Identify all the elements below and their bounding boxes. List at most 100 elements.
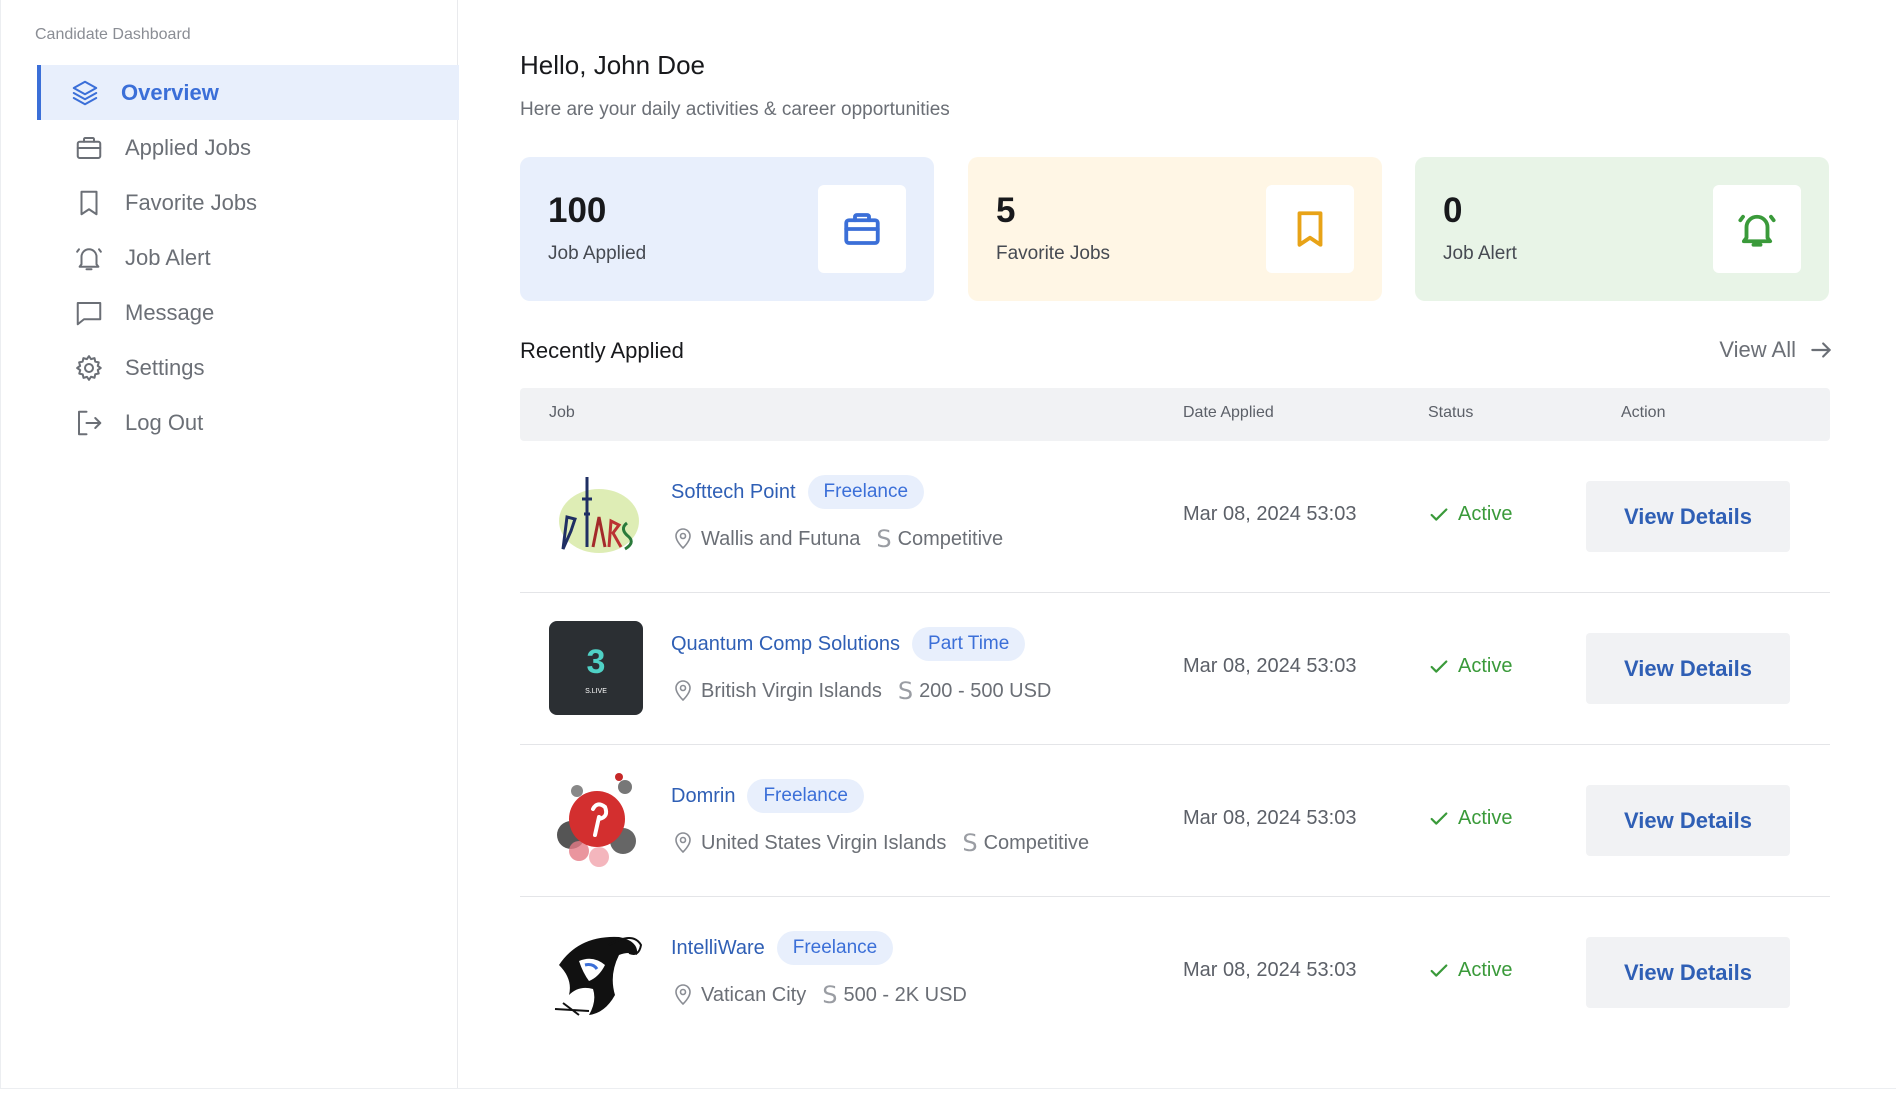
check-icon bbox=[1430, 659, 1448, 673]
bell-icon bbox=[1713, 185, 1801, 273]
sidebar-item-settings[interactable]: Settings bbox=[37, 340, 459, 395]
page-subtitle: Here are your daily activities & career … bbox=[520, 99, 950, 120]
status-text: Active bbox=[1458, 503, 1513, 525]
job-location: Wallis and Futuna bbox=[701, 527, 861, 550]
company-logo bbox=[549, 773, 643, 867]
date-applied: Mar 08, 2024 53:03 bbox=[1183, 655, 1357, 677]
salary-value: Competitive bbox=[983, 831, 1090, 854]
status-badge: Active bbox=[1428, 959, 1512, 982]
company-name[interactable]: Softtech Point bbox=[671, 481, 796, 504]
date-applied: Mar 08, 2024 53:03 bbox=[1183, 959, 1357, 981]
bookmark-icon bbox=[73, 187, 105, 219]
col-status: Status bbox=[1428, 404, 1474, 421]
col-action: Action bbox=[1621, 404, 1666, 421]
status-text: Active bbox=[1458, 807, 1513, 829]
message-icon bbox=[73, 297, 105, 329]
table-row: IntelliWare Freelance Vatican City S 500… bbox=[520, 897, 1830, 1048]
job-meta: Wallis and Futuna S Competitive bbox=[671, 527, 1003, 551]
company-name[interactable]: Domrin bbox=[671, 785, 735, 808]
job-meta: British Virgin Islands S 200 - 500 USD bbox=[671, 679, 1051, 703]
sidebar-item-label: Settings bbox=[125, 354, 205, 380]
recent-jobs-table: Job Date Applied Status Action Softtech … bbox=[520, 388, 1830, 1048]
sidebar-item-overview[interactable]: Overview bbox=[37, 65, 459, 120]
page-title: Hello, John Doe bbox=[520, 50, 705, 80]
col-date: Date Applied bbox=[1183, 404, 1274, 421]
main-content: Hello, John Doe Here are your daily acti… bbox=[458, 0, 1896, 1088]
location-pin-icon bbox=[675, 680, 691, 701]
sidebar-item-favorite-jobs[interactable]: Favorite Jobs bbox=[37, 175, 459, 230]
table-row: 3 S.LIVE Quantum Comp Solutions Part Tim… bbox=[520, 593, 1830, 745]
status-badge: Active bbox=[1428, 807, 1512, 830]
stat-card-favorite-jobs[interactable]: 5 Favorite Jobs bbox=[968, 157, 1382, 301]
stat-label: Job Alert bbox=[1443, 243, 1517, 264]
company-logo: 3 S.LIVE bbox=[549, 621, 643, 715]
status-text: Active bbox=[1458, 655, 1513, 677]
logo-text: S.LIVE bbox=[585, 688, 607, 695]
briefcase-icon bbox=[818, 185, 906, 273]
job-type-badge: Freelance bbox=[776, 931, 894, 965]
sidebar-item-label: Job Alert bbox=[125, 244, 211, 270]
logout-icon bbox=[73, 407, 105, 439]
location-pin-icon bbox=[675, 984, 691, 1005]
company-logo bbox=[549, 469, 643, 563]
job-meta: Vatican City S 500 - 2K USD bbox=[671, 983, 967, 1007]
view-details-button[interactable]: View Details bbox=[1586, 481, 1790, 552]
company-logo bbox=[549, 925, 643, 1019]
status-text: Active bbox=[1458, 959, 1513, 981]
layers-icon bbox=[69, 77, 101, 109]
company-name[interactable]: Quantum Comp Solutions bbox=[671, 633, 900, 656]
job-location: British Virgin Islands bbox=[701, 679, 882, 702]
sidebar-title: Candidate Dashboard bbox=[35, 26, 191, 43]
sidebar-item-label: Log Out bbox=[125, 409, 204, 435]
table-header: Job Date Applied Status Action bbox=[520, 388, 1830, 441]
table-row: Domrin Freelance United States Virgin Is… bbox=[520, 745, 1830, 897]
job-location: Vatican City bbox=[701, 983, 807, 1006]
stat-value: 0 bbox=[1443, 191, 1463, 230]
salary-value: 500 - 2K USD bbox=[843, 983, 967, 1006]
job-type-badge: Freelance bbox=[807, 475, 925, 509]
view-details-button[interactable]: View Details bbox=[1586, 633, 1790, 704]
status-badge: Active bbox=[1428, 655, 1512, 678]
view-all-link[interactable]: View All bbox=[1719, 337, 1834, 363]
job-type-badge: Part Time bbox=[912, 627, 1026, 661]
dollar-icon: S bbox=[897, 677, 914, 705]
briefcase-icon bbox=[73, 132, 105, 164]
dollar-icon: S bbox=[876, 525, 892, 553]
table-row: Softtech Point Freelance Wallis and Futu… bbox=[520, 441, 1830, 593]
footer bbox=[0, 1088, 1896, 1119]
company-line: Domrin Freelance bbox=[671, 779, 864, 813]
sidebar-item-job-alert[interactable]: Job Alert bbox=[37, 230, 459, 285]
check-icon bbox=[1430, 811, 1448, 825]
salary: S Competitive bbox=[962, 831, 1089, 855]
company-line: Quantum Comp Solutions Part Time bbox=[671, 627, 1026, 661]
status-badge: Active bbox=[1428, 503, 1512, 526]
sidebar: Candidate Dashboard Overview Applied Job… bbox=[0, 0, 459, 1088]
view-details-button[interactable]: View Details bbox=[1586, 937, 1790, 1008]
section-title: Recently Applied bbox=[520, 338, 684, 363]
location-pin-icon bbox=[675, 832, 691, 853]
company-line: IntelliWare Freelance bbox=[671, 931, 894, 965]
arrow-right-icon bbox=[1811, 342, 1831, 358]
sidebar-item-label: Overview bbox=[121, 79, 219, 105]
date-applied: Mar 08, 2024 53:03 bbox=[1183, 503, 1357, 525]
sidebar-item-log-out[interactable]: Log Out bbox=[37, 395, 459, 450]
view-details-button[interactable]: View Details bbox=[1586, 785, 1790, 856]
stat-card-job-applied[interactable]: 100 Job Applied bbox=[520, 157, 934, 301]
salary: S 500 - 2K USD bbox=[822, 983, 967, 1007]
bookmark-icon bbox=[1266, 185, 1354, 273]
stat-value: 5 bbox=[996, 191, 1016, 230]
svg-text:3: 3 bbox=[587, 643, 606, 681]
stat-card-job-alert[interactable]: 0 Job Alert bbox=[1415, 157, 1829, 301]
sidebar-item-label: Message bbox=[125, 299, 215, 325]
check-icon bbox=[1430, 507, 1448, 521]
company-line: Softtech Point Freelance bbox=[671, 475, 925, 509]
salary: S Competitive bbox=[876, 527, 1003, 551]
sidebar-item-message[interactable]: Message bbox=[37, 285, 459, 340]
check-icon bbox=[1430, 963, 1448, 977]
company-name[interactable]: IntelliWare bbox=[671, 937, 765, 960]
sidebar-item-applied-jobs[interactable]: Applied Jobs bbox=[37, 120, 459, 175]
sidebar-nav: Overview Applied Jobs Favorite Jobs Job … bbox=[37, 65, 459, 450]
view-all-label: View All bbox=[1719, 337, 1796, 362]
col-job: Job bbox=[549, 404, 575, 421]
job-meta: United States Virgin Islands S Competiti… bbox=[671, 831, 1089, 855]
